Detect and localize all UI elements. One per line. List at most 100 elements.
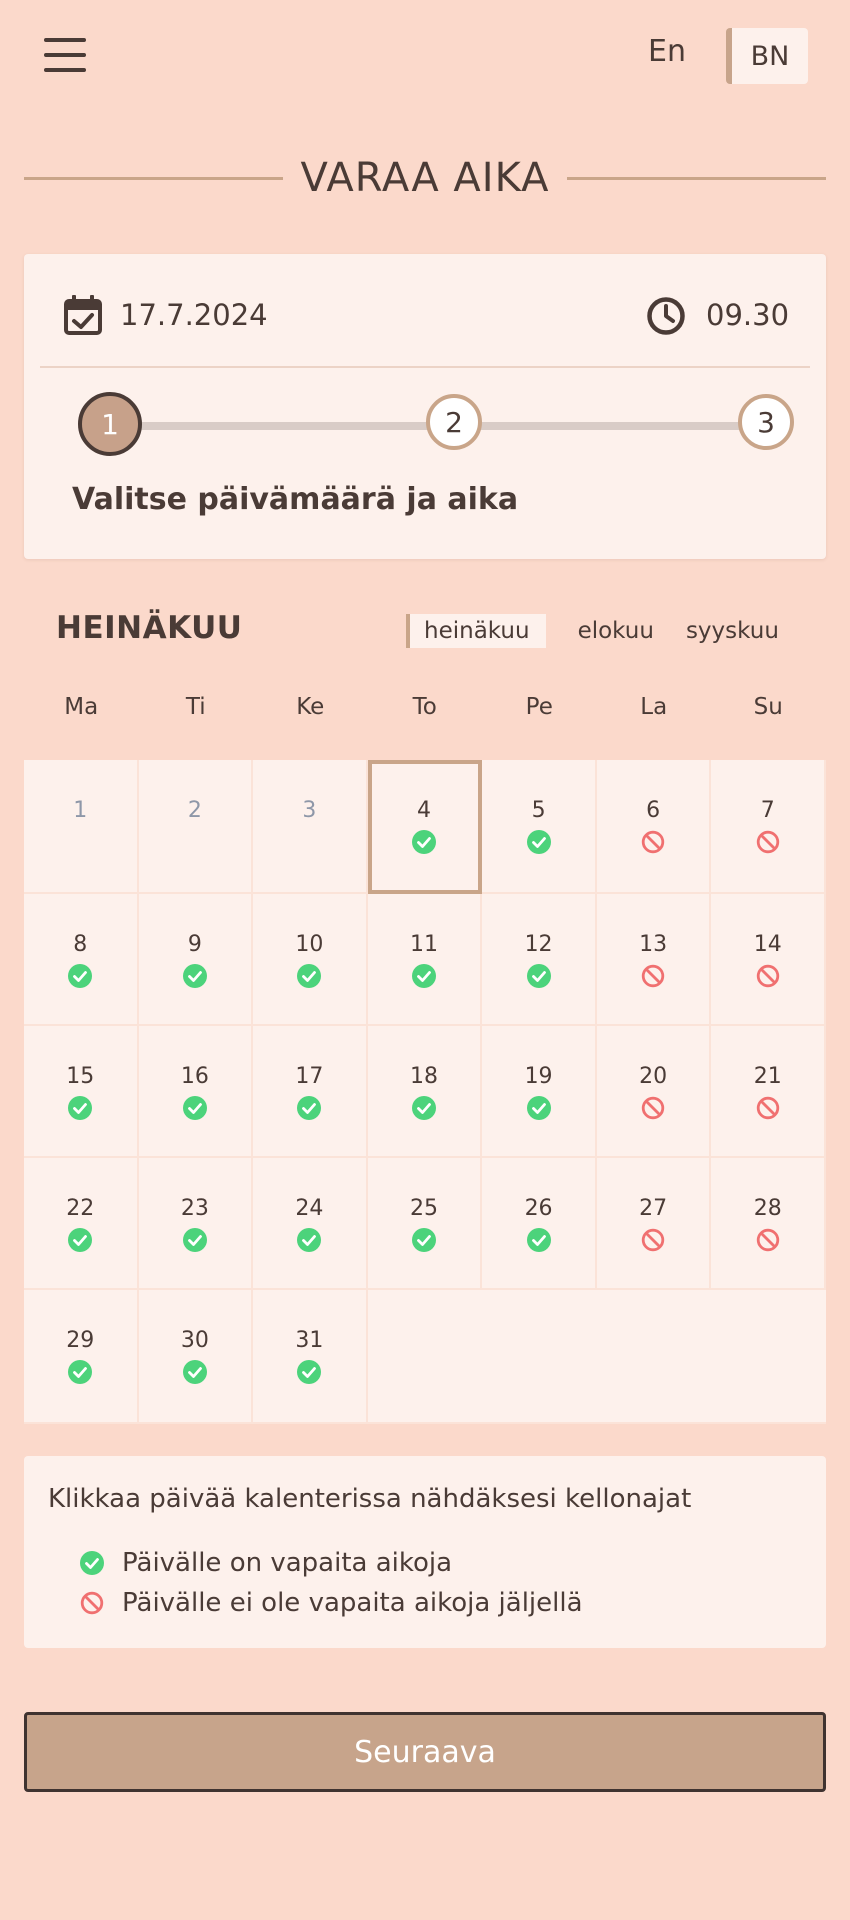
day-number: 3 bbox=[302, 798, 317, 823]
calendar-day-23[interactable]: 23 bbox=[138, 1158, 254, 1290]
check-circle-icon bbox=[80, 1551, 104, 1575]
calendar-empty-cell bbox=[711, 1290, 826, 1424]
ban-icon bbox=[641, 830, 665, 854]
calendar-day-4[interactable]: 4 bbox=[367, 760, 483, 894]
calendar-day-28[interactable]: 28 bbox=[711, 1158, 826, 1290]
calendar-day-24[interactable]: 24 bbox=[253, 1158, 368, 1290]
check-circle-icon bbox=[297, 1228, 322, 1252]
ban-icon bbox=[756, 1096, 779, 1120]
day-number: 9 bbox=[187, 932, 202, 957]
weekday-label: Ma bbox=[64, 694, 99, 720]
calendar-day-25[interactable]: 25 bbox=[367, 1158, 483, 1290]
legend-card: Klikkaa päivää kalenterissa nähdäksesi k… bbox=[24, 1456, 826, 1648]
calendar-day-1: 1 bbox=[24, 760, 139, 894]
calendar-empty-cell bbox=[482, 1290, 597, 1424]
page-title: VARAA AIKA bbox=[300, 155, 550, 201]
selected-time: 09.30 bbox=[706, 298, 790, 332]
calendar-day-12[interactable]: 12 bbox=[482, 894, 597, 1026]
day-number: 13 bbox=[639, 932, 668, 957]
check-circle-icon bbox=[526, 1096, 551, 1120]
check-circle-icon bbox=[297, 1360, 322, 1384]
menu-hamburger-icon[interactable] bbox=[44, 38, 86, 72]
next-button[interactable]: Seuraava bbox=[24, 1712, 826, 1792]
day-number: 4 bbox=[416, 798, 431, 823]
calendar-day-6[interactable]: 6 bbox=[596, 760, 712, 894]
language-bn-button[interactable]: BN bbox=[726, 28, 808, 84]
check-circle-icon bbox=[182, 964, 207, 988]
day-number: 26 bbox=[524, 1196, 553, 1221]
calendar-day-14[interactable]: 14 bbox=[711, 894, 826, 1026]
check-circle-icon bbox=[182, 1096, 207, 1120]
hamburger-line bbox=[44, 38, 86, 42]
ban-icon bbox=[80, 1591, 104, 1615]
day-number: 10 bbox=[295, 932, 324, 957]
day-number: 12 bbox=[524, 932, 553, 957]
calendar-day-21[interactable]: 21 bbox=[711, 1026, 826, 1158]
calendar-day-20[interactable]: 20 bbox=[596, 1026, 712, 1158]
day-number: 16 bbox=[180, 1064, 209, 1089]
calendar-grid: 1 2 3 4 5 6 7 8 9 10 11 12 13 14 15 16 17 18 19 20 21 22 23 24 2… bbox=[24, 760, 826, 1424]
check-circle-icon bbox=[526, 830, 551, 854]
weekday-label: Ti bbox=[185, 694, 206, 720]
calendar-day-5[interactable]: 5 bbox=[482, 760, 597, 894]
weekday-label: Su bbox=[753, 694, 783, 720]
calendar-day-30[interactable]: 30 bbox=[138, 1290, 254, 1424]
month-tab-heinakuu[interactable]: heinäkuu bbox=[406, 614, 546, 648]
calendar-day-18[interactable]: 18 bbox=[367, 1026, 483, 1158]
language-en-button[interactable]: En bbox=[648, 34, 686, 69]
calendar-day-22[interactable]: 22 bbox=[24, 1158, 139, 1290]
calendar-day-19[interactable]: 19 bbox=[482, 1026, 597, 1158]
calendar-day-27[interactable]: 27 bbox=[596, 1158, 712, 1290]
calendar-day-2: 2 bbox=[138, 760, 254, 894]
progress-stepper: 1 2 3 bbox=[78, 392, 798, 458]
check-circle-icon bbox=[182, 1228, 207, 1252]
calendar-day-26[interactable]: 26 bbox=[482, 1158, 597, 1290]
day-number: 25 bbox=[409, 1196, 438, 1221]
weekday-label: Ke bbox=[296, 694, 325, 720]
check-circle-icon bbox=[411, 1096, 436, 1120]
ban-icon bbox=[756, 1228, 779, 1252]
calendar-day-31[interactable]: 31 bbox=[253, 1290, 368, 1424]
current-month-title: HEINÄKUU bbox=[56, 610, 243, 646]
legend-available-label: Päivälle on vapaita aikoja bbox=[122, 1548, 453, 1578]
day-number: 6 bbox=[646, 798, 661, 823]
day-number: 31 bbox=[295, 1328, 324, 1353]
calendar-day-11[interactable]: 11 bbox=[367, 894, 483, 1026]
calendar-day-7[interactable]: 7 bbox=[711, 760, 826, 894]
calendar-day-10[interactable]: 10 bbox=[253, 894, 368, 1026]
day-number: 27 bbox=[639, 1196, 668, 1221]
day-number: 2 bbox=[187, 798, 202, 823]
page-title-row: VARAA AIKA bbox=[24, 150, 827, 206]
day-number: 20 bbox=[639, 1064, 668, 1089]
day-number: 21 bbox=[753, 1064, 782, 1089]
month-tab-syyskuu[interactable]: syyskuu bbox=[670, 614, 795, 648]
calendar-day-8[interactable]: 8 bbox=[24, 894, 139, 1026]
check-circle-icon bbox=[68, 1360, 93, 1384]
day-number: 5 bbox=[531, 798, 546, 823]
check-circle-icon bbox=[68, 964, 93, 988]
hamburger-line bbox=[44, 68, 86, 72]
weekday-label: Pe bbox=[525, 694, 553, 720]
day-number: 15 bbox=[66, 1064, 95, 1089]
title-divider-right bbox=[567, 176, 827, 180]
calendar-day-13[interactable]: 13 bbox=[596, 894, 712, 1026]
check-circle-icon bbox=[411, 964, 436, 988]
month-tabs: heinäkuu elokuu syyskuu bbox=[406, 614, 795, 648]
day-number: 8 bbox=[73, 932, 88, 957]
calendar-day-29[interactable]: 29 bbox=[24, 1290, 139, 1424]
clock-icon bbox=[647, 297, 685, 335]
calendar-day-16[interactable]: 16 bbox=[138, 1026, 254, 1158]
ban-icon bbox=[641, 1096, 665, 1120]
calendar-day-17[interactable]: 17 bbox=[253, 1026, 368, 1158]
check-circle-icon bbox=[68, 1228, 93, 1252]
calendar-day-9[interactable]: 9 bbox=[138, 894, 254, 1026]
day-number: 1 bbox=[73, 798, 88, 823]
day-number: 23 bbox=[180, 1196, 209, 1221]
calendar-day-15[interactable]: 15 bbox=[24, 1026, 139, 1158]
legend-hint: Klikkaa päivää kalenterissa nähdäksesi k… bbox=[48, 1484, 692, 1514]
day-number: 17 bbox=[295, 1064, 324, 1089]
check-circle-icon bbox=[297, 964, 322, 988]
month-tab-elokuu[interactable]: elokuu bbox=[562, 614, 670, 648]
title-divider-left bbox=[24, 176, 283, 180]
legend-full-row: Päivälle ei ole vapaita aikoja jäljellä bbox=[80, 1588, 583, 1618]
